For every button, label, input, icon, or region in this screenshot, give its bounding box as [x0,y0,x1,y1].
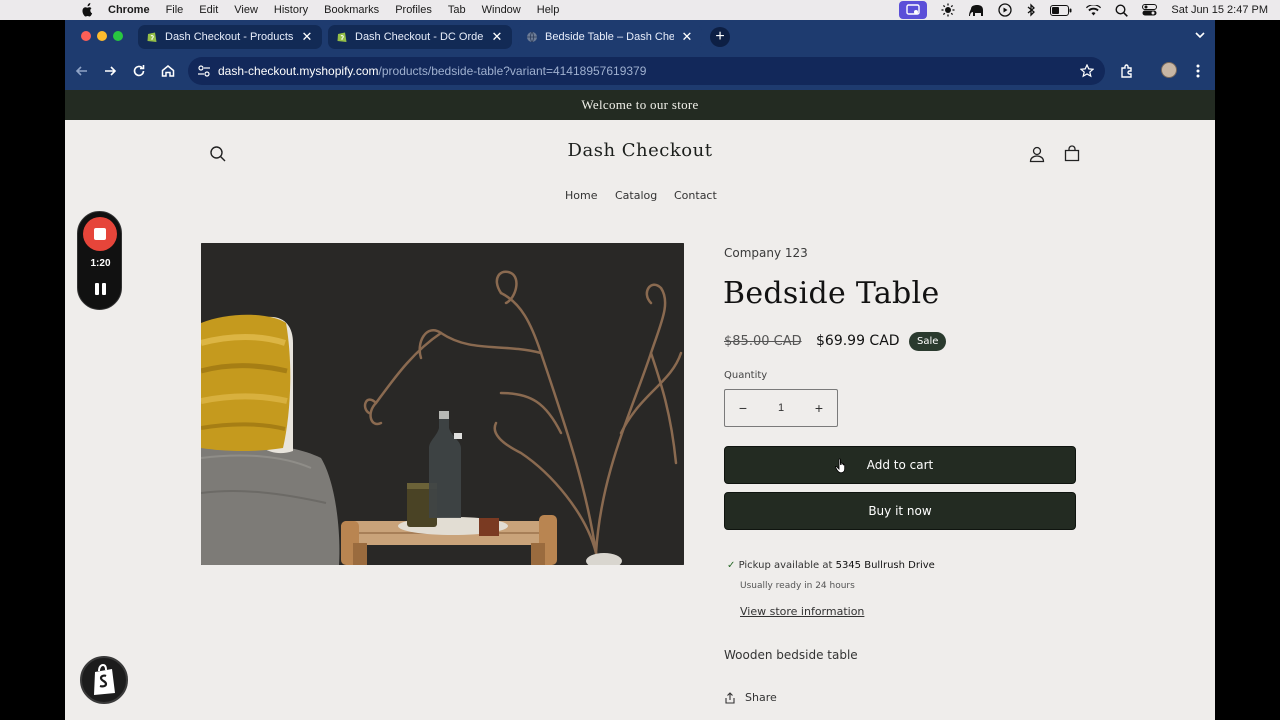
browser-toolbar: dash-checkout.myshopify.com/products/bed… [65,52,1215,90]
product-vendor: Company 123 [724,246,808,260]
share-icon [725,691,735,704]
spotlight-search-icon[interactable] [1115,3,1129,17]
shopify-bag-icon [94,663,115,695]
quantity-stepper: − 1 + [724,389,838,427]
shopify-favicon-icon [337,32,347,42]
brightness-icon[interactable] [941,3,955,17]
menu-history[interactable]: History [274,4,308,16]
menu-bookmarks[interactable]: Bookmarks [324,4,379,16]
extensions-puzzle-icon[interactable] [1119,63,1135,79]
share-label: Share [745,691,777,704]
sale-price: $69.99 CAD [816,333,900,349]
pickup-ready-time: Usually ready in 24 hours [740,581,855,591]
tab-label: Bedside Table – Dash Checko [545,31,674,43]
reload-icon[interactable] [131,63,147,79]
quantity-increase-button[interactable]: + [801,390,837,426]
close-tab-icon[interactable]: ✕ [300,29,314,45]
bedside-table-photo [201,243,684,565]
back-arrow-icon[interactable] [74,63,90,79]
quantity-decrease-button[interactable]: − [725,390,761,426]
elephant-app-icon[interactable] [969,4,984,17]
buy-it-now-button[interactable]: Buy it now [724,492,1076,530]
tab-label: Dash Checkout - DC Order Li [355,31,484,43]
globe-favicon-icon [527,31,537,43]
pointer-hand-cursor-icon [835,458,846,474]
nav-home[interactable]: Home [565,189,597,202]
bookmark-star-icon[interactable] [1080,64,1094,78]
profile-avatar[interactable] [1161,62,1177,78]
menu-app-name[interactable]: Chrome [108,4,150,16]
tab-bedside-table[interactable]: Bedside Table – Dash Checko ✕ [518,25,702,49]
address-bar[interactable]: dash-checkout.myshopify.com/products/bed… [188,57,1105,85]
menu-file[interactable]: File [166,4,184,16]
url-text[interactable]: dash-checkout.myshopify.com/products/bed… [218,64,646,78]
sale-badge: Sale [909,332,947,351]
tab-label: Dash Checkout - Products - B [165,31,294,43]
add-to-cart-button[interactable]: Add to cart [724,446,1076,484]
menu-profiles[interactable]: Profiles [395,4,432,16]
checkmark-icon: ✓ [727,560,736,571]
apple-logo-icon[interactable] [80,3,94,17]
new-tab-button[interactable]: + [710,27,730,47]
menu-bar-status-area: Sat Jun 15 2:47 PM [885,0,1280,20]
menu-view[interactable]: View [234,4,258,16]
bluetooth-icon[interactable] [1026,3,1036,17]
menu-window[interactable]: Window [482,4,521,16]
shopify-bag-logo-icon[interactable] [80,656,128,704]
wifi-icon[interactable] [1086,4,1102,16]
maximize-window-button[interactable] [113,31,123,41]
pickup-location: 5345 Bullrush Drive [835,560,935,571]
product-title: Bedside Table [723,276,940,311]
nav-catalog[interactable]: Catalog [615,189,657,202]
menu-bar-clock[interactable]: Sat Jun 15 2:47 PM [1171,4,1268,16]
quantity-label: Quantity [724,370,768,381]
screen-recording-status-icon[interactable] [899,1,928,19]
tab-order-list[interactable]: Dash Checkout - DC Order Li ✕ [328,25,512,49]
tab-search-chevron-icon[interactable] [1193,28,1207,42]
close-tab-icon[interactable]: ✕ [490,29,504,45]
pause-recording-icon[interactable] [95,283,106,295]
quantity-input[interactable]: 1 [761,390,801,426]
pickup-availability: ✓ Pickup available at 5345 Bullrush Driv… [727,560,935,571]
site-info-icon[interactable] [197,64,211,78]
menu-tab[interactable]: Tab [448,4,466,16]
forward-arrow-icon[interactable] [102,63,118,79]
share-button[interactable]: Share [724,691,777,704]
recording-timer: 1:20 [90,258,111,269]
control-center-icon[interactable] [1142,4,1158,16]
home-icon[interactable] [160,63,176,79]
battery-icon[interactable] [1050,4,1072,16]
account-user-icon[interactable] [1028,145,1046,163]
product-description: Wooden bedside table [724,648,858,662]
minimize-window-button[interactable] [97,31,107,41]
cart-icon[interactable] [1063,145,1081,163]
close-window-button[interactable] [81,31,91,41]
url-path: /products/bedside-table?variant=41418957… [378,64,647,78]
view-store-information-link[interactable]: View store information [740,605,864,618]
announcement-bar: Welcome to our store [65,90,1215,120]
macos-menu-bar: Chrome File Edit View History Bookmarks … [0,0,1280,20]
menu-help[interactable]: Help [537,4,560,16]
menu-edit[interactable]: Edit [199,4,218,16]
play-circle-icon[interactable] [998,3,1013,17]
shopify-favicon-icon [147,32,157,42]
url-host: dash-checkout.myshopify.com [218,64,379,78]
pickup-prefix: Pickup available at [738,560,833,571]
tab-products[interactable]: Dash Checkout - Products - B ✕ [138,25,322,49]
screen-recorder-widget: 1:20 [77,211,122,310]
tab-strip: Dash Checkout - Products - B ✕ Dash Chec… [65,20,1215,52]
product-image[interactable] [201,243,684,565]
more-menu-icon[interactable] [1190,63,1206,79]
browser-window: Dash Checkout - Products - B ✕ Dash Chec… [65,20,1215,720]
compare-at-price: $85.00 CAD [724,334,802,349]
nav-contact[interactable]: Contact [674,189,717,202]
stop-recording-button[interactable] [83,217,117,251]
close-tab-icon[interactable]: ✕ [680,29,694,45]
